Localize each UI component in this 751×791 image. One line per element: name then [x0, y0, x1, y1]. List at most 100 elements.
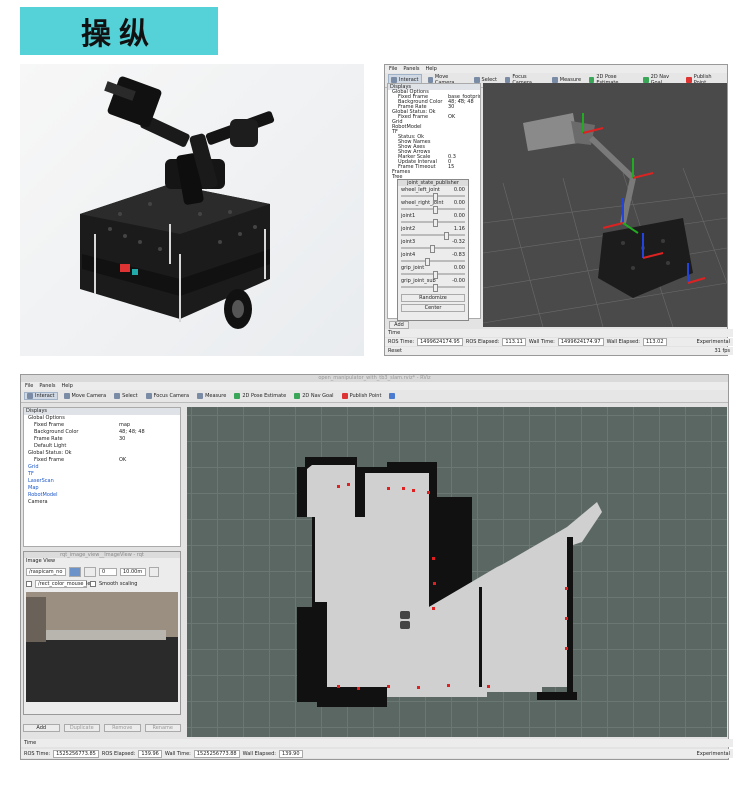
tree-row[interactable]: Global Status: Ok — [24, 450, 180, 457]
tool-measure[interactable]: Measure — [195, 393, 228, 399]
joint-slider[interactable] — [401, 284, 465, 292]
tool-pose-estimate[interactable]: 2D Pose Estimate — [232, 393, 288, 399]
tree-row[interactable]: RobotModel — [24, 492, 180, 499]
slider-knob[interactable] — [433, 206, 438, 214]
tree-row[interactable]: Camera — [24, 499, 180, 506]
refresh-icon[interactable] — [69, 567, 81, 577]
tool-add[interactable] — [387, 393, 397, 399]
tree-row[interactable]: Fixed Frame OK — [24, 457, 180, 464]
spin-box[interactable]: 0 — [99, 568, 117, 576]
tool-nav-goal[interactable]: 2D Nav Goal — [292, 393, 335, 399]
joint-name: joint2 — [401, 226, 416, 232]
rviz-window-manipulator: File Panels Help Interact Move Camera Se… — [384, 64, 733, 356]
image-view-controls: /raspicam_no 0 10.00m — [24, 565, 180, 579]
slider-knob[interactable] — [433, 271, 438, 279]
joint-slider[interactable] — [401, 232, 465, 240]
ros-time-field: 1525256773.85 — [53, 749, 99, 758]
tool-move-camera[interactable]: Move Camera — [62, 393, 109, 399]
time-header: Time — [385, 329, 733, 337]
joint-slider[interactable] — [401, 219, 465, 227]
add-button[interactable]: Add — [23, 724, 60, 732]
plus-icon — [389, 393, 396, 399]
slider-knob[interactable] — [433, 193, 438, 201]
tree-row-value: OK — [119, 457, 127, 463]
add-button[interactable]: Add — [389, 321, 409, 329]
slider-knob[interactable] — [433, 219, 438, 227]
rename-button[interactable]: Rename — [144, 724, 181, 732]
tree-row-label: TF — [28, 471, 34, 477]
joint-slider-row: wheel_right_joint 0.00 — [401, 200, 465, 214]
tree-row[interactable]: Global Options — [24, 415, 180, 422]
jsp-sliders: wheel_left_joint 0.00 wheel_right_joint 0.0… — [398, 186, 468, 292]
status-bar: ROS Time: 1525256773.85 ROS Elapsed: 139.9… — [21, 749, 733, 758]
joint-value: -0.83 — [452, 252, 465, 258]
experimental-checkbox-label[interactable]: Experimental — [697, 751, 730, 757]
tree-row-label: Map — [28, 485, 39, 491]
time-label: Time — [24, 740, 37, 746]
select-icon — [114, 393, 121, 399]
tree-row[interactable]: Default Light — [24, 443, 180, 450]
tree-row-label: Global Options — [28, 415, 65, 421]
slider-knob[interactable] — [433, 284, 438, 292]
goal-arrow-icon — [294, 393, 301, 399]
tree-row[interactable]: TF — [24, 471, 180, 478]
menu-help[interactable]: Help — [61, 383, 72, 389]
randomize-button[interactable]: Randomize — [401, 294, 465, 302]
joint-name: joint3 — [401, 239, 416, 245]
tree-row[interactable]: Background Color 48; 48; 48 — [24, 429, 180, 436]
joint-slider[interactable] — [401, 271, 465, 279]
mouse-topic-field[interactable]: /rect_color_mouse_left — [35, 580, 94, 588]
reset-button[interactable]: Reset — [388, 348, 402, 354]
center-button[interactable]: Center — [401, 304, 465, 312]
topic-select[interactable]: /raspicam_no — [26, 568, 66, 576]
tool-interact[interactable]: Interact — [24, 392, 58, 400]
tool-focus-camera[interactable]: Focus Camera — [144, 393, 192, 399]
menu-panels[interactable]: Panels — [403, 66, 419, 72]
tree-row-label: Global Status: Ok — [28, 450, 72, 456]
menu-bar: File Panels Help — [21, 382, 728, 390]
joint-slider-row: grip_joint 0.00 — [401, 265, 465, 279]
rviz-window-slam: open_manipulator_with_tb3_slam.rviz* - R… — [20, 374, 733, 760]
zoom-fit-icon[interactable] — [84, 567, 96, 577]
tree-row[interactable]: Frame Rate 30 — [24, 436, 180, 443]
joint-slider-row: joint1 0.00 — [401, 213, 465, 227]
save-icon[interactable] — [149, 567, 159, 577]
3d-view[interactable] — [483, 83, 727, 327]
menu-file[interactable]: File — [25, 383, 33, 389]
slider-knob[interactable] — [425, 258, 431, 266]
tool-publish-point[interactable]: Publish Point — [340, 393, 384, 399]
mouse-checkbox[interactable] — [26, 581, 32, 588]
wall-elapsed-label: Wall Elapsed: — [242, 750, 276, 757]
image-view-title: Image View — [26, 558, 56, 564]
menu-help[interactable]: Help — [425, 66, 436, 72]
slider-knob[interactable] — [444, 232, 450, 240]
map-view[interactable] — [187, 407, 727, 737]
tool-select[interactable]: Select — [112, 393, 139, 399]
wall-time-field: 1499624174.97 — [557, 338, 604, 346]
smooth-checkbox[interactable] — [90, 581, 96, 588]
tree-row[interactable]: Grid — [24, 464, 180, 471]
tree-row[interactable]: Map — [24, 485, 180, 492]
joint-slider[interactable] — [401, 206, 465, 214]
measure-icon — [197, 393, 204, 399]
ros-elapsed-label: ROS Elapsed: — [465, 339, 500, 345]
pin-icon — [341, 393, 348, 399]
fps-display: 31 fps — [714, 348, 731, 354]
ros-time-label: ROS Time: — [24, 750, 51, 757]
tree-row[interactable]: LaserScan — [24, 478, 180, 485]
menu-file[interactable]: File — [389, 66, 397, 72]
joint-value: 1.16 — [453, 226, 465, 232]
tree-row[interactable]: Fixed Frame map — [24, 422, 180, 429]
joint-slider[interactable] — [401, 245, 465, 253]
experimental-checkbox-label[interactable]: Experimental — [697, 339, 730, 345]
slider-knob[interactable] — [429, 245, 435, 253]
joint-slider[interactable] — [401, 193, 465, 201]
duplicate-button[interactable]: Duplicate — [63, 724, 100, 732]
ros-elapsed-field: 139.96 — [138, 749, 162, 758]
joint-slider[interactable] — [401, 258, 465, 266]
menu-panels[interactable]: Panels — [39, 383, 55, 389]
remove-button[interactable]: Remove — [104, 724, 141, 732]
joint-value: -0.32 — [452, 239, 465, 245]
range-box[interactable]: 10.00m — [120, 568, 146, 576]
tree-row-value: 30 — [119, 436, 126, 442]
